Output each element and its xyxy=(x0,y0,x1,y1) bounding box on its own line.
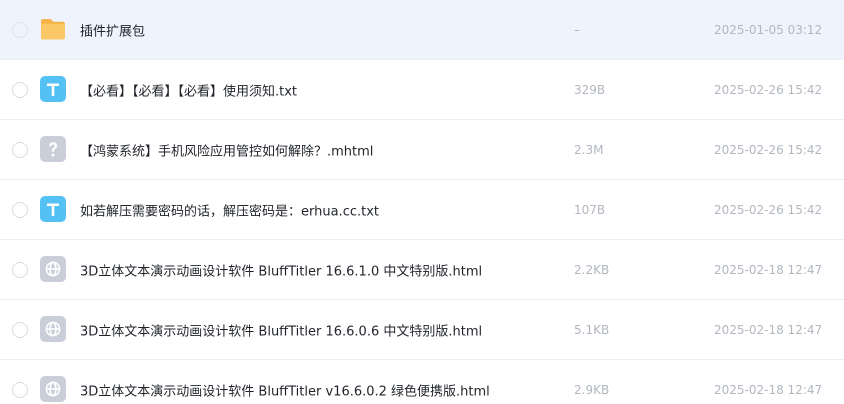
file-size: 107B xyxy=(574,202,606,217)
file-size: 329B xyxy=(574,82,606,97)
unknown-file-icon xyxy=(39,135,67,163)
row-checkbox[interactable] xyxy=(12,141,28,158)
file-date: 2025-02-26 15:42 xyxy=(714,142,823,157)
file-list: 插件扩展包 – 2025-01-05 03:12 【必看】【必看】【必看】使用须… xyxy=(0,0,844,404)
file-row[interactable]: 如若解压需要密码的话，解压密码是：erhua.cc.txt 107B 2025-… xyxy=(0,180,844,240)
row-checkbox[interactable] xyxy=(12,21,28,38)
file-name[interactable]: 3D立体文本演示动画设计软件 BluffTitler 16.6.0.6 中文特别… xyxy=(80,320,482,339)
web-file-icon xyxy=(39,315,67,343)
row-checkbox[interactable] xyxy=(12,321,28,338)
file-date: 2025-02-26 15:42 xyxy=(714,82,823,97)
web-file-icon xyxy=(39,375,67,403)
file-name[interactable]: 插件扩展包 xyxy=(80,20,145,39)
file-size: 2.2KB xyxy=(574,262,610,277)
text-file-icon xyxy=(39,195,67,223)
row-checkbox[interactable] xyxy=(12,81,28,98)
file-name[interactable]: 3D立体文本演示动画设计软件 BluffTitler 16.6.1.0 中文特别… xyxy=(80,260,482,279)
file-size: 5.1KB xyxy=(574,322,610,337)
file-date: 2025-02-18 12:47 xyxy=(714,382,823,397)
file-row[interactable]: 【鸿蒙系统】手机风险应用管控如何解除？.mhtml 2.3M 2025-02-2… xyxy=(0,120,844,180)
file-name[interactable]: 【必看】【必看】【必看】使用须知.txt xyxy=(80,80,297,99)
file-size: 2.9KB xyxy=(574,382,610,397)
folder-icon xyxy=(39,15,67,43)
file-date: 2025-02-18 12:47 xyxy=(714,322,823,337)
text-file-icon xyxy=(39,75,67,103)
row-checkbox[interactable] xyxy=(12,201,28,218)
file-name[interactable]: 3D立体文本演示动画设计软件 BluffTitler v16.6.0.2 绿色便… xyxy=(80,380,490,399)
file-date: 2025-01-05 03:12 xyxy=(714,22,823,37)
file-row[interactable]: 3D立体文本演示动画设计软件 BluffTitler 16.6.1.0 中文特别… xyxy=(0,240,844,300)
file-row[interactable]: 插件扩展包 – 2025-01-05 03:12 xyxy=(0,0,844,60)
row-checkbox[interactable] xyxy=(12,381,28,398)
file-row[interactable]: 【必看】【必看】【必看】使用须知.txt 329B 2025-02-26 15:… xyxy=(0,60,844,120)
file-date: 2025-02-18 12:47 xyxy=(714,262,823,277)
web-file-icon xyxy=(39,255,67,283)
file-date: 2025-02-26 15:42 xyxy=(714,202,823,217)
file-name[interactable]: 如若解压需要密码的话，解压密码是：erhua.cc.txt xyxy=(80,200,379,219)
file-size: – xyxy=(574,22,580,37)
file-size: 2.3M xyxy=(574,142,604,157)
row-checkbox[interactable] xyxy=(12,261,28,278)
file-row[interactable]: 3D立体文本演示动画设计软件 BluffTitler v16.6.0.2 绿色便… xyxy=(0,360,844,404)
file-row[interactable]: 3D立体文本演示动画设计软件 BluffTitler 16.6.0.6 中文特别… xyxy=(0,300,844,360)
file-name[interactable]: 【鸿蒙系统】手机风险应用管控如何解除？.mhtml xyxy=(80,140,373,159)
